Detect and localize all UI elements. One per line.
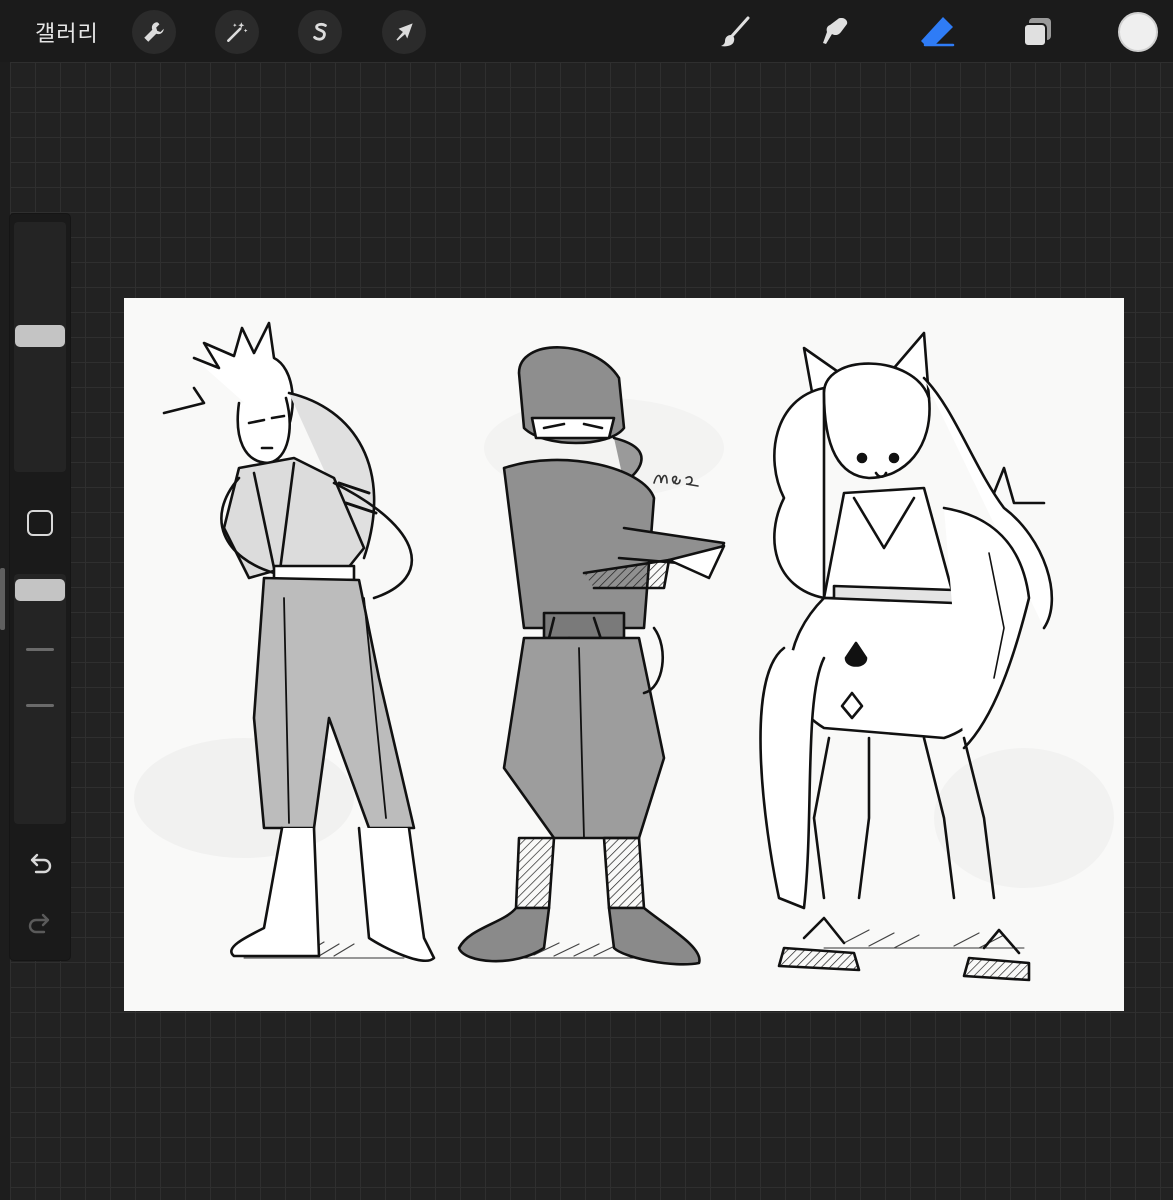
top-toolbar: 갤러리 — [0, 0, 1173, 62]
eraser-icon — [921, 17, 955, 47]
smudge-tool-button[interactable] — [814, 12, 858, 52]
character-left — [162, 321, 436, 962]
layers-icon — [1023, 18, 1051, 47]
character-sketch-artwork — [134, 321, 1114, 982]
arrow-cursor-icon — [396, 23, 413, 41]
brush-icon — [721, 16, 750, 47]
actions-button[interactable] — [132, 10, 176, 54]
left-sidebar — [10, 214, 70, 960]
adjustments-button[interactable] — [215, 10, 259, 54]
brush-size-slider[interactable] — [14, 222, 66, 472]
wrench-icon — [144, 22, 164, 42]
transform-button[interactable] — [382, 10, 426, 54]
color-picker-swatch[interactable] — [1118, 12, 1158, 52]
undo-icon[interactable] — [24, 848, 56, 880]
opacity-tick — [26, 704, 54, 707]
selection-button[interactable] — [298, 10, 342, 54]
magic-wand-icon — [227, 22, 248, 42]
modify-square-button[interactable] — [27, 510, 53, 536]
opacity-slider[interactable] — [14, 574, 66, 824]
smudge-icon — [823, 18, 848, 44]
layers-button[interactable] — [1016, 12, 1060, 52]
brush-size-handle[interactable] — [15, 324, 65, 347]
sidebar-position-handle[interactable] — [0, 568, 5, 630]
selection-s-icon — [313, 22, 327, 41]
redo-icon[interactable] — [24, 908, 56, 940]
brush-tool-button[interactable] — [713, 12, 757, 52]
opacity-tick — [26, 648, 54, 651]
gallery-button[interactable]: 갤러리 — [35, 16, 99, 48]
opacity-handle[interactable] — [15, 578, 65, 601]
eraser-tool-button[interactable] — [915, 12, 959, 52]
drawing-canvas[interactable] — [124, 298, 1124, 1011]
